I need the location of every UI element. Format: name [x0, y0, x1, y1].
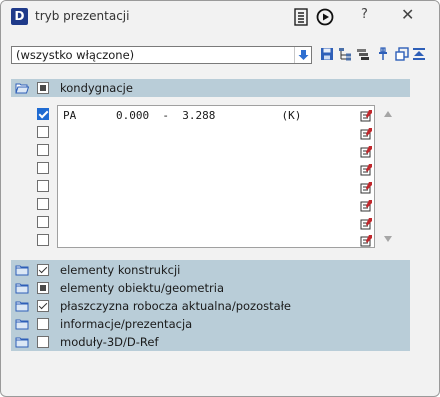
- scroll-up-icon[interactable]: [384, 111, 392, 117]
- group-row-plaszczyzna[interactable]: płaszczyzna robocza aktualna/pozostałe: [11, 297, 410, 315]
- group-checkbox[interactable]: [37, 300, 49, 312]
- other-groups-panel: elementy konstrukcji elementy obiektu/ge…: [11, 260, 410, 351]
- edit-row-icon[interactable]: [360, 109, 373, 122]
- filter-value: (wszystko włączone): [16, 48, 135, 62]
- group-row-informacje[interactable]: informacje/prezentacja: [11, 315, 410, 333]
- play-icon[interactable]: [315, 7, 335, 27]
- group-label: moduły-3D/D-Ref: [60, 335, 159, 349]
- group-label: płaszczyzna robocza aktualna/pozostałe: [60, 299, 291, 313]
- storey-row-text[interactable]: PA 0.000 - 3.288 (K): [63, 109, 301, 122]
- title-bar: D tryb prezentacji ? ✕: [1, 1, 439, 33]
- save-icon[interactable]: [319, 46, 335, 62]
- group-label: kondygnacje: [60, 81, 133, 95]
- edit-row-icon[interactable]: [360, 163, 373, 176]
- row-checkbox[interactable]: [37, 162, 49, 174]
- collapse-to-top-icon[interactable]: [411, 46, 427, 62]
- copy-window-icon[interactable]: [394, 46, 410, 62]
- group-checkbox[interactable]: [37, 318, 49, 330]
- help-button[interactable]: ?: [361, 7, 368, 22]
- group-checkbox[interactable]: [37, 282, 49, 294]
- row-checkbox[interactable]: [37, 216, 49, 228]
- edit-row-icon[interactable]: [360, 127, 373, 140]
- edit-row-icon[interactable]: [360, 181, 373, 194]
- presentation-mode-window: D tryb prezentacji ? ✕ (wszystko włączon…: [0, 0, 440, 397]
- filter-dropdown[interactable]: (wszystko włączone): [11, 46, 312, 64]
- group-header-kondygnacje[interactable]: kondygnacje: [11, 79, 410, 97]
- window-title: tryb prezentacji: [35, 9, 130, 23]
- group-row-obiektu[interactable]: elementy obiektu/geometria: [11, 279, 410, 297]
- row-checkbox[interactable]: [37, 126, 49, 138]
- storey-list[interactable]: [57, 105, 375, 248]
- scroll-down-icon[interactable]: [384, 236, 392, 242]
- folder-icon[interactable]: [15, 264, 29, 276]
- group-label: informacje/prezentacja: [60, 317, 193, 331]
- open-folder-icon[interactable]: [15, 82, 30, 94]
- edit-row-icon[interactable]: [360, 199, 373, 212]
- folder-icon[interactable]: [15, 300, 29, 312]
- close-button[interactable]: ✕: [401, 5, 414, 24]
- list-scrollbar[interactable]: [380, 105, 398, 248]
- folder-icon[interactable]: [15, 282, 29, 294]
- folder-icon[interactable]: [15, 336, 29, 348]
- layers-stack-icon[interactable]: [355, 46, 371, 62]
- dropdown-arrow-icon[interactable]: [294, 47, 311, 63]
- group-label: elementy obiektu/geometria: [60, 281, 224, 295]
- edit-row-icon[interactable]: [360, 217, 373, 230]
- group-label: elementy konstrukcji: [60, 263, 181, 277]
- row-checkbox[interactable]: [37, 234, 49, 246]
- row-checkbox[interactable]: [37, 108, 49, 120]
- group-checkbox[interactable]: [37, 336, 49, 348]
- edit-row-icon[interactable]: [360, 234, 373, 247]
- app-logo-icon: D: [11, 8, 28, 25]
- edit-row-icon[interactable]: [360, 145, 373, 158]
- folder-icon[interactable]: [15, 318, 29, 330]
- document-list-icon[interactable]: [291, 7, 311, 27]
- group-checkbox[interactable]: [37, 82, 49, 94]
- group-row-moduly[interactable]: moduły-3D/D-Ref: [11, 333, 410, 351]
- row-checkbox[interactable]: [37, 180, 49, 192]
- group-checkbox[interactable]: [37, 264, 49, 276]
- pin-icon[interactable]: [375, 46, 391, 62]
- tree-structure-icon[interactable]: [337, 46, 353, 62]
- group-row-konstrukcji[interactable]: elementy konstrukcji: [11, 261, 410, 279]
- row-checkbox[interactable]: [37, 198, 49, 210]
- row-checkbox[interactable]: [37, 144, 49, 156]
